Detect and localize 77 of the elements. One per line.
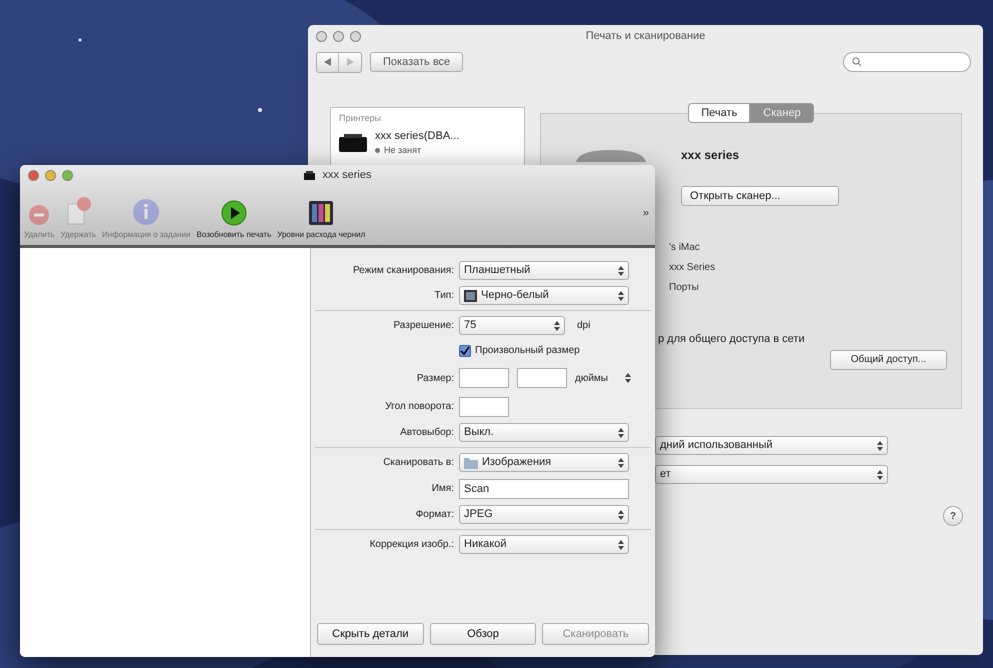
printer-item[interactable]: xxx series(DBA... Не занят (339, 128, 516, 158)
more-button[interactable]: » (642, 204, 649, 222)
updown-arrows-icon (554, 320, 560, 330)
checkbox-label: Произвольный размер (475, 344, 580, 358)
help-button[interactable]: ? (943, 506, 963, 526)
field-label: Угол поворота: (384, 400, 455, 414)
dropdown[interactable]: Изображения (459, 453, 629, 472)
window-control[interactable] (316, 30, 327, 42)
updown-arrows-icon (618, 266, 624, 276)
dropdown[interactable]: Выкл. (459, 423, 629, 442)
unit-label: дюймы (575, 372, 608, 386)
field-label: Разрешение: (392, 319, 455, 333)
dialog-button[interactable]: Скрыть детали (317, 623, 424, 645)
dropdown[interactable]: ет (655, 465, 888, 484)
window-title: Печать и сканирование (584, 28, 706, 44)
list-header: Принтеры (339, 112, 382, 125)
share-button[interactable]: Общий доступ... (830, 350, 947, 370)
window-control[interactable] (333, 30, 344, 42)
image-icon (464, 290, 477, 302)
field-label: Размер: (416, 372, 455, 386)
field-label: Сканировать в: (382, 456, 455, 470)
text-field[interactable]: Scan (459, 478, 629, 498)
toolbar-button[interactable]: Уровни расхода чернил (277, 200, 366, 241)
updown-arrows-icon (877, 440, 883, 450)
dropdown[interactable]: Черно-белый (459, 286, 629, 305)
printer-icon (339, 132, 367, 154)
search-icon (852, 57, 862, 67)
info-text: Порты (669, 281, 700, 295)
window-control[interactable] (350, 30, 361, 42)
field-label: Автовыбор: (399, 426, 455, 440)
window-title: xxx series (322, 168, 372, 183)
height-field[interactable] (517, 368, 567, 388)
dropdown[interactable]: Никакой (459, 535, 629, 554)
dialog-button[interactable]: Обзор (430, 623, 536, 645)
width-field[interactable] (459, 368, 509, 388)
dropdown[interactable]: JPEG (459, 505, 629, 524)
scanner-icon (576, 150, 646, 162)
dropdown[interactable]: дний использованный (655, 436, 888, 455)
updown-arrows-icon (618, 458, 624, 468)
field-label: Коррекция изобр.: (368, 538, 455, 552)
field-label: Формат: (414, 508, 455, 522)
show-all-button[interactable]: Показать все (370, 52, 464, 72)
field-label: Режим сканирования: (352, 264, 455, 278)
search-field[interactable] (843, 52, 971, 72)
printer-name: xxx series(DBA... (375, 128, 460, 144)
toolbar-button[interactable]: Возобновить печать (196, 200, 272, 241)
field-label: Имя: (430, 482, 455, 496)
updown-arrows-icon (877, 470, 883, 480)
window-control[interactable] (62, 170, 73, 180)
printer-icon (304, 170, 315, 180)
field-label: Тип: (434, 289, 455, 303)
folder-icon (464, 456, 478, 468)
updown-arrows-icon (618, 290, 624, 300)
open-scanner-button[interactable]: Открыть сканер... (681, 186, 839, 206)
text-field[interactable] (459, 396, 509, 416)
unit-label: dpi (577, 319, 590, 333)
checkbox[interactable] (459, 344, 471, 356)
updown-arrows-icon (618, 428, 624, 438)
dropdown[interactable]: 75 (459, 316, 565, 335)
window-control[interactable] (28, 170, 39, 180)
tab[interactable]: Печать (688, 103, 750, 123)
back-icon (324, 58, 331, 66)
updown-arrows-icon (618, 540, 624, 550)
share-text: р для общего доступа в сети (657, 332, 806, 347)
document-icon (65, 196, 92, 226)
dropdown[interactable]: Планшетный (459, 261, 629, 280)
info-text: xxx Series (669, 261, 716, 275)
updown-arrows-icon (618, 510, 624, 520)
ink-levels-icon (308, 200, 334, 226)
forward-icon (346, 58, 354, 66)
updown-arrows-icon (625, 373, 631, 383)
play-icon (220, 200, 247, 226)
device-name: xxx series (681, 147, 740, 164)
info-icon (132, 198, 160, 226)
printer-status: Не занят (375, 144, 460, 158)
info-text: 's iMac (669, 241, 701, 255)
window-control[interactable] (45, 170, 56, 180)
